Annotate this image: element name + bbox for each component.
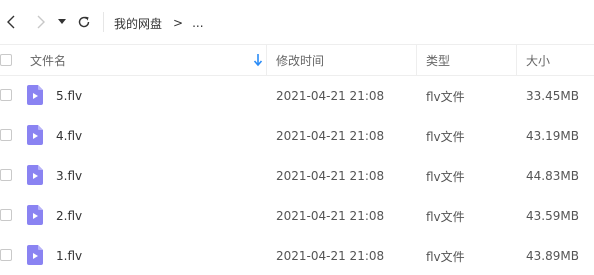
file-modified: 2021-04-21 21:08 [276,169,385,183]
file-size: 43.89MB [526,249,579,263]
file-type: flv文件 [426,249,465,264]
file-size: 43.59MB [526,209,579,223]
table-row[interactable]: 5.flv 2021-04-21 21:08 flv文件 33.45MB [0,76,594,116]
navigation-toolbar: 我的网盘 > ... [0,0,594,44]
table-row[interactable]: 3.flv 2021-04-21 21:08 flv文件 44.83MB [0,156,594,196]
chevron-right-icon [37,15,45,29]
file-modified: 2021-04-21 21:08 [276,249,385,263]
column-header-size[interactable]: 大小 [526,45,550,75]
chevron-left-icon [7,15,15,29]
column-header-name-label: 文件名 [30,53,67,68]
table-row[interactable]: 2.flv 2021-04-21 21:08 flv文件 43.59MB [0,196,594,236]
history-dropdown-button[interactable] [54,12,70,32]
breadcrumb-root[interactable]: 我的网盘 [114,15,162,32]
row-checkbox[interactable] [0,169,12,181]
file-name[interactable]: 2.flv [56,196,82,236]
column-header-modified[interactable]: 修改时间 [276,45,324,75]
video-file-icon [27,205,43,225]
file-size: 33.45MB [526,89,579,103]
file-browser: 我的网盘 > ... 文件名 修改时间 类型 大小 5.flv 2021-04-… [0,0,594,275]
column-header-type[interactable]: 类型 [426,45,450,75]
column-header-size-label: 大小 [526,53,551,68]
breadcrumb-ellipsis[interactable]: ... [192,16,203,30]
file-modified: 2021-04-21 21:08 [276,129,385,143]
file-name[interactable]: 5.flv [56,76,82,116]
table-header: 文件名 修改时间 类型 大小 [0,44,594,76]
caret-down-icon [58,19,66,24]
video-file-icon [27,85,43,105]
toolbar-divider [103,12,104,32]
back-button[interactable] [2,12,22,32]
breadcrumb: 我的网盘 > ... [114,13,204,33]
file-size: 43.19MB [526,129,579,143]
file-name[interactable]: 3.flv [56,156,82,196]
file-size: 44.83MB [526,169,579,183]
file-type: flv文件 [426,169,465,184]
column-divider[interactable] [516,45,517,75]
row-checkbox[interactable] [0,209,12,221]
column-header-name[interactable]: 文件名 [30,45,266,75]
file-type: flv文件 [426,89,465,104]
video-file-icon [27,245,43,265]
row-checkbox[interactable] [0,89,12,101]
file-modified: 2021-04-21 21:08 [276,89,385,103]
video-file-icon [27,125,43,145]
column-divider[interactable] [416,45,417,75]
select-all-checkbox[interactable] [0,54,12,66]
file-name[interactable]: 4.flv [56,116,82,156]
column-divider[interactable] [266,45,267,75]
file-modified: 2021-04-21 21:08 [276,209,385,223]
forward-button[interactable] [30,12,50,32]
file-name[interactable]: 1.flv [56,236,82,275]
file-list: 5.flv 2021-04-21 21:08 flv文件 33.45MB 4.f… [0,76,594,275]
table-row[interactable]: 4.flv 2021-04-21 21:08 flv文件 43.19MB [0,116,594,156]
row-checkbox[interactable] [0,249,12,261]
table-row[interactable]: 1.flv 2021-04-21 21:08 flv文件 43.89MB [0,236,594,275]
arrow-down-icon[interactable] [252,53,264,67]
file-type: flv文件 [426,209,465,224]
refresh-button[interactable] [74,12,94,32]
file-type: flv文件 [426,129,465,144]
refresh-icon [78,16,90,28]
column-header-modified-label: 修改时间 [276,53,325,68]
breadcrumb-separator: > [173,16,184,30]
row-checkbox[interactable] [0,129,12,141]
video-file-icon [27,165,43,185]
column-header-type-label: 类型 [426,53,451,68]
